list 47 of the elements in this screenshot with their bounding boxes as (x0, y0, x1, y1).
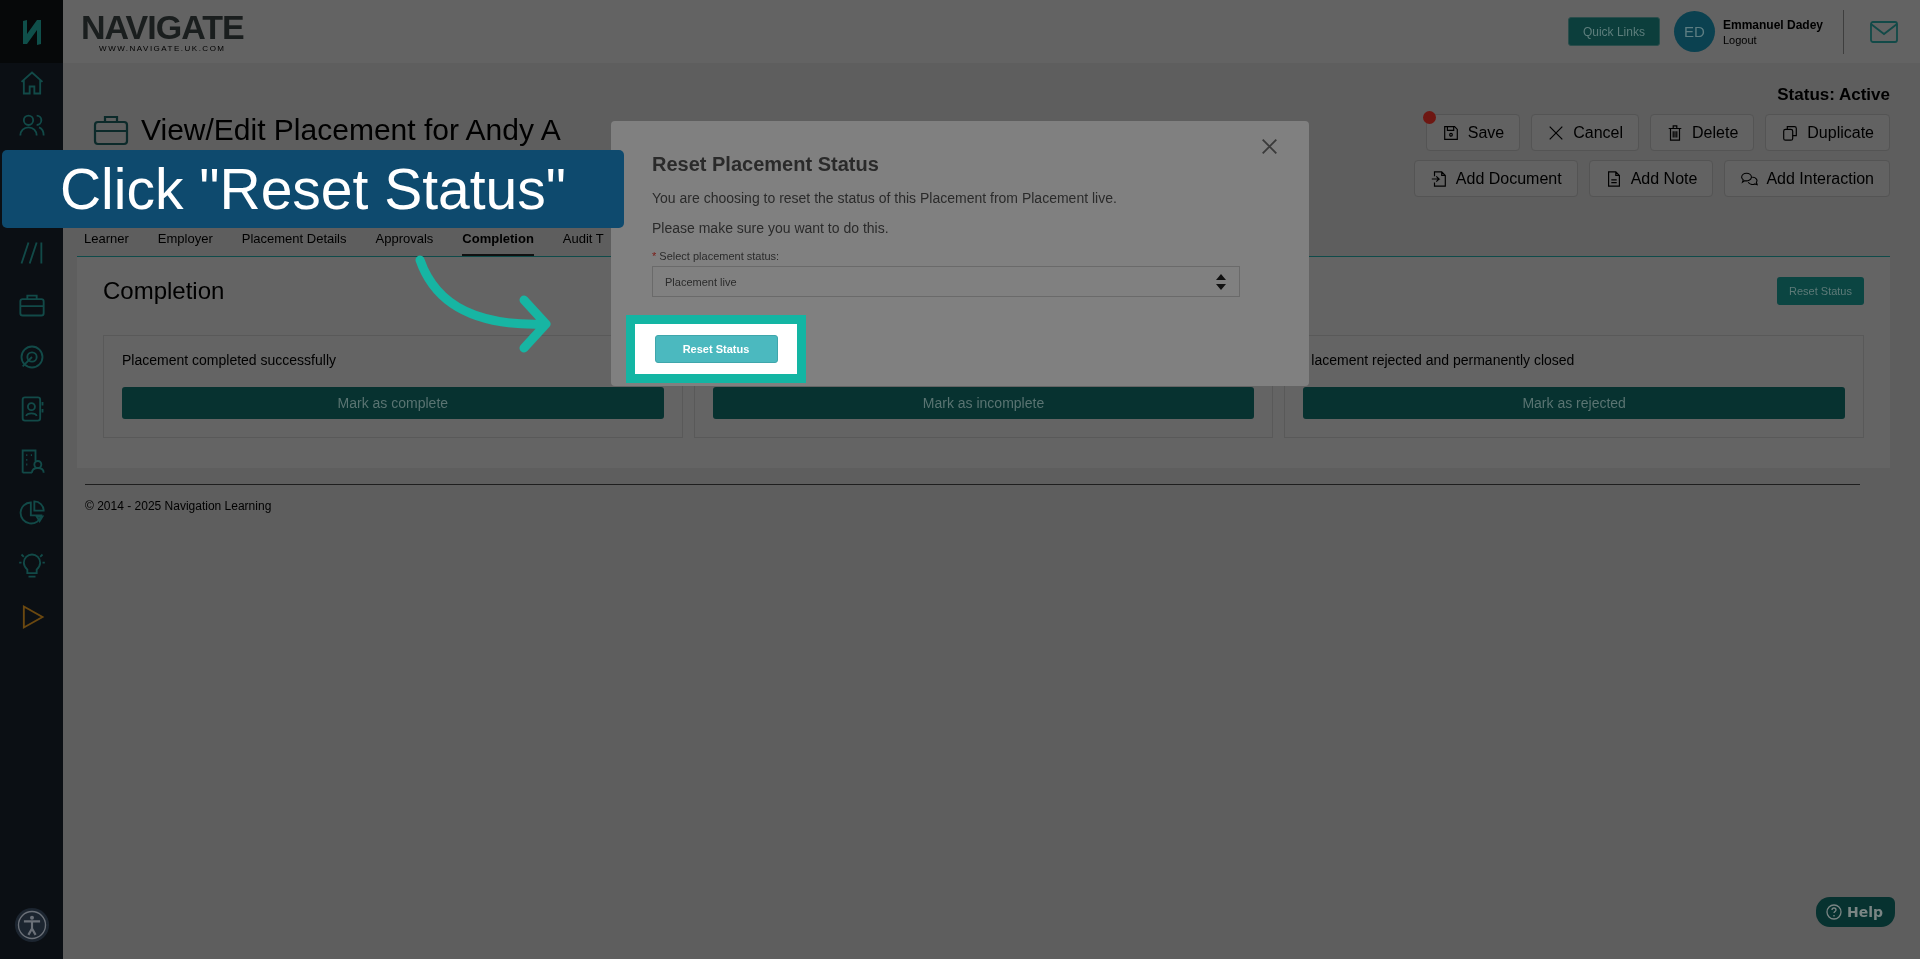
modal-text: Please make sure you want to do this. (652, 220, 890, 236)
save-icon (1441, 123, 1460, 142)
card-text: lacement rejected and permanently closed (1310, 352, 1576, 369)
footer-copyright: © 2014 - 2025 Navigation Learning (84, 498, 273, 513)
status-label: Status: Active (1777, 85, 1890, 105)
mark-button[interactable]: Mark as complete (122, 387, 664, 419)
section-heading: Completion (103, 277, 225, 305)
logout-link[interactable]: Logout (1722, 33, 1823, 46)
question-icon (1825, 904, 1842, 920)
action-button[interactable]: Delete (1650, 114, 1755, 151)
tab[interactable]: Learner (84, 231, 129, 256)
user-name: Emmanuel Dadey (1722, 17, 1823, 32)
reset-status-button[interactable]: Reset Status (654, 335, 778, 363)
page-title: View/Edit Placement for Andy A (141, 113, 561, 147)
reset-status-button[interactable]: Reset Status (1777, 277, 1864, 305)
sort-caret-icon (1215, 272, 1227, 291)
tab[interactable]: Approvals (375, 231, 434, 256)
mail-icon[interactable] (1870, 20, 1898, 43)
mark-button[interactable]: Mark as incomplete (712, 387, 1255, 419)
action-button[interactable]: Add Document (1413, 160, 1578, 197)
field-label: * Select placement status: (652, 250, 781, 262)
modal-text: You are choosing to reset the status of this Placement from Placement live. (652, 190, 1118, 206)
instruction-callout: Click "Reset Status" (2, 150, 624, 228)
lightbulb-icon[interactable] (17, 551, 46, 579)
briefcase-icon (93, 114, 129, 146)
tab[interactable]: Audit T (562, 231, 604, 256)
close-icon[interactable] (1261, 138, 1278, 155)
mark-button[interactable]: Mark as rejected (1303, 387, 1845, 419)
action-button[interactable]: Save (1425, 114, 1521, 151)
action-button[interactable]: Duplicate (1765, 114, 1890, 151)
action-button[interactable]: Add Interaction (1724, 160, 1890, 197)
logo-tagline: WWW.NAVIGATE.UK.COM (99, 44, 226, 53)
duplicate-icon (1781, 123, 1800, 142)
help-button[interactable]: Help (1815, 897, 1895, 927)
modal-title: Reset Placement Status (652, 153, 880, 176)
status-select[interactable]: Placement live (652, 266, 1240, 297)
action-button[interactable]: Add Note (1588, 160, 1714, 197)
pie-chart-icon[interactable] (17, 499, 46, 527)
quick-links-button[interactable]: Quick Links (1567, 17, 1660, 46)
user-avatar[interactable]: ED (1673, 11, 1715, 52)
tab[interactable]: Placement Details (241, 231, 347, 256)
logo-wordmark: NAVIGATE (81, 10, 244, 44)
document-import-icon (1429, 169, 1448, 188)
tab[interactable]: Employer (157, 231, 213, 256)
action-button[interactable]: Cancel (1531, 114, 1640, 151)
card-text: Placement completed successfully (122, 352, 337, 369)
accessibility-icon[interactable] (13, 907, 50, 943)
